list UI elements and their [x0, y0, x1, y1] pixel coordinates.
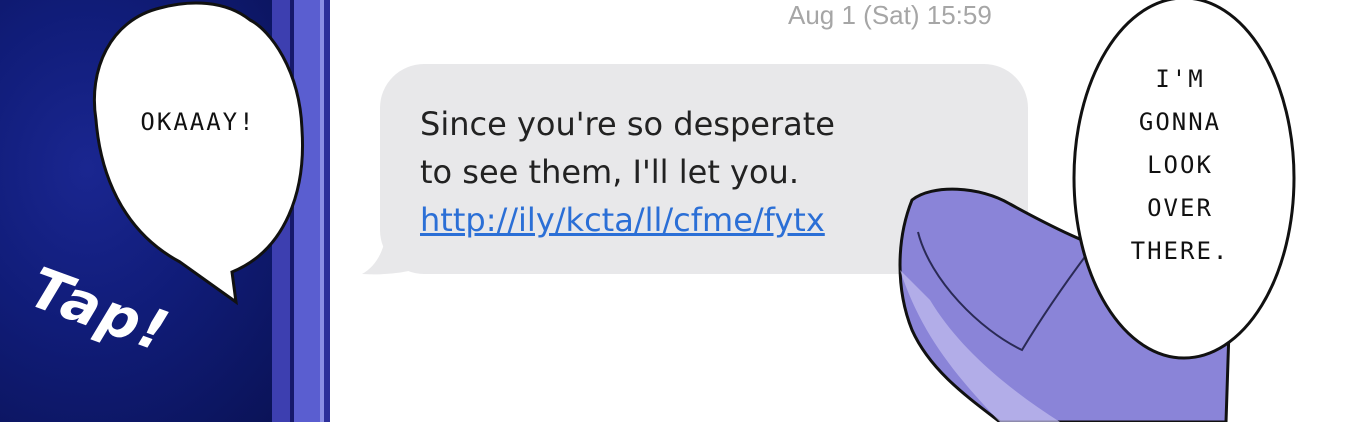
speech-text-left: OKAAAY! — [140, 108, 256, 136]
speech-text-right: I'M GONNA LOOK OVER THERE. — [1110, 58, 1250, 273]
speech-right-line: OVER — [1147, 194, 1213, 222]
speech-bubble-left — [92, 1, 304, 306]
speech-right-line: LOOK — [1147, 151, 1213, 179]
speech-right-line: I'M — [1155, 65, 1205, 93]
speech-right-line: GONNA — [1138, 108, 1222, 136]
speech-right-line: THERE. — [1130, 237, 1230, 265]
comic-panel: Aug 1 (Sat) 15:59 Since you're so desper… — [0, 0, 1352, 422]
